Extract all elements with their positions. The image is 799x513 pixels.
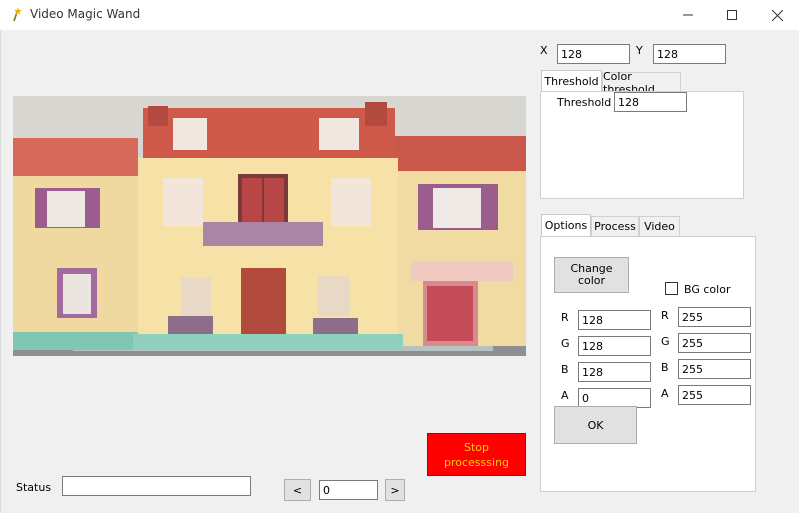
tab-options[interactable]: Options [541, 214, 591, 236]
minimize-button[interactable] [665, 0, 711, 30]
maximize-icon [727, 10, 737, 20]
maximize-button[interactable] [709, 0, 755, 30]
left-g-input[interactable]: 128 [578, 336, 651, 356]
tab-process[interactable]: Process [591, 216, 639, 236]
minimize-icon [683, 14, 693, 16]
bg-color-checkbox[interactable] [665, 282, 678, 295]
x-input[interactable]: 128 [557, 44, 630, 64]
y-label: Y [636, 44, 643, 57]
bg-color-label: BG color [684, 283, 731, 296]
left-b-input[interactable]: 128 [578, 362, 651, 382]
threshold-label: Threshold [557, 96, 612, 109]
next-frame-button[interactable]: > [385, 479, 405, 501]
x-label: X [540, 44, 548, 57]
dollhouse-image [13, 96, 526, 356]
right-g-label: G [661, 335, 670, 348]
frame-input[interactable]: 0 [319, 480, 378, 500]
left-b-label: B [561, 363, 569, 376]
threshold-input[interactable]: 128 [614, 92, 687, 112]
left-a-label: A [561, 389, 569, 402]
stop-processing-button[interactable]: Stop processsing [427, 433, 526, 476]
change-color-button[interactable]: Change color [554, 257, 629, 293]
prev-frame-button[interactable]: < [284, 479, 311, 501]
right-g-input[interactable]: 255 [678, 333, 751, 353]
right-b-label: B [661, 361, 669, 374]
magic-wand-icon [10, 6, 24, 22]
y-input[interactable]: 128 [653, 44, 726, 64]
video-preview[interactable] [13, 96, 526, 356]
right-r-label: R [661, 309, 669, 322]
status-field [62, 476, 251, 496]
left-g-label: G [561, 337, 570, 350]
right-a-input[interactable]: 255 [678, 385, 751, 405]
window-title: Video Magic Wand [30, 7, 141, 21]
left-r-label: R [561, 311, 569, 324]
tab-color-threshold[interactable]: Color threshold [602, 70, 681, 96]
right-a-label: A [661, 387, 669, 400]
right-r-input[interactable]: 255 [678, 307, 751, 327]
status-label: Status [16, 481, 52, 494]
close-icon [771, 9, 783, 21]
close-button[interactable] [754, 0, 799, 30]
right-b-input[interactable]: 255 [678, 359, 751, 379]
left-r-input[interactable]: 128 [578, 310, 651, 330]
left-a-input[interactable]: 0 [578, 388, 651, 408]
title-bar: Video Magic Wand [0, 0, 799, 30]
ok-button[interactable]: OK [554, 406, 637, 444]
tab-threshold[interactable]: Threshold [541, 70, 602, 92]
tab-video[interactable]: Video [639, 216, 680, 236]
